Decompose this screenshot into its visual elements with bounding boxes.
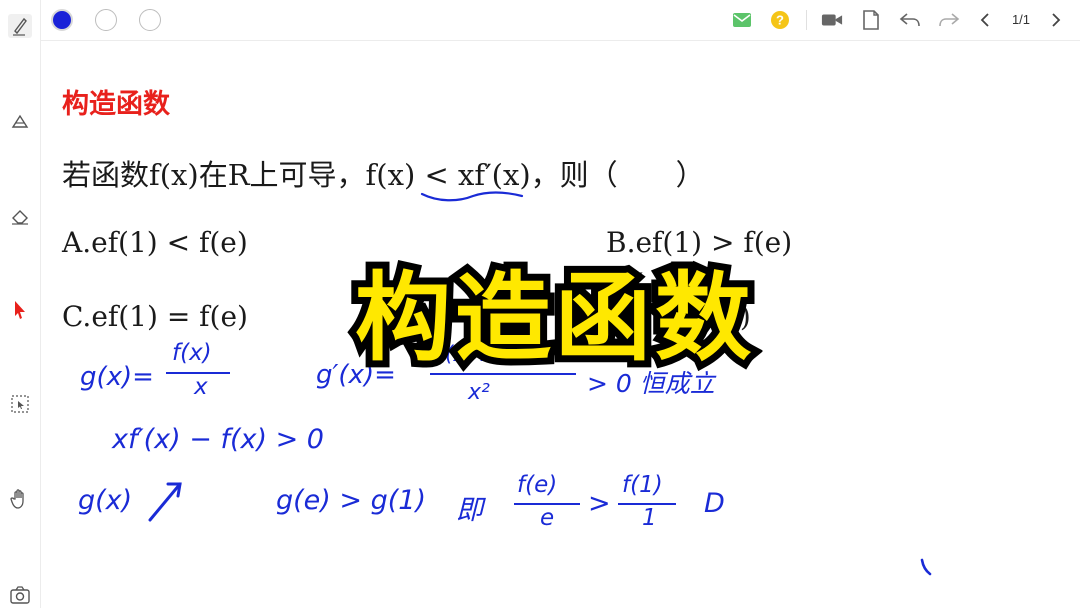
pen-icon[interactable] <box>8 14 32 38</box>
hw-ji: 即 <box>456 495 483 526</box>
undo-icon[interactable] <box>899 9 921 31</box>
page-indicator: 1/1 <box>1011 12 1031 27</box>
overlay-caption: 构造函数 <box>348 255 758 381</box>
pen-color-white-2[interactable] <box>139 9 161 31</box>
section-title: 构造函数 <box>62 89 170 120</box>
problem-statement: 若函数f(x)在R上可导，f(x) < xf′(x)，则（ ） <box>62 158 705 192</box>
help-icon[interactable]: ? <box>769 9 791 31</box>
hw-frac1-num: f(e) <box>517 472 558 498</box>
hw-increasing-arrow <box>148 482 182 522</box>
video-icon[interactable] <box>821 9 843 31</box>
option-c: C.ef(1) = f(e) <box>62 300 248 333</box>
eraser-icon[interactable] <box>8 204 32 228</box>
handwritten-underline <box>420 191 524 202</box>
prev-page-icon[interactable] <box>974 9 996 31</box>
hw-frac2-num: f(1) <box>622 472 663 498</box>
next-page-icon[interactable] <box>1045 9 1067 31</box>
hw-g-def-num: f(x) <box>172 340 212 366</box>
pen-color-blue[interactable] <box>51 9 73 31</box>
divider <box>806 10 807 30</box>
hw-inequality: xf′(x) − f(x) > 0 <box>112 424 324 455</box>
top-toolbar: ? 1/1 <box>0 0 1080 41</box>
option-a: A.ef(1) < f(e) <box>62 226 248 259</box>
select-icon[interactable] <box>8 392 32 416</box>
hw-gt: > <box>588 488 611 519</box>
highlighter-icon[interactable] <box>8 110 32 134</box>
hw-stray-mark <box>920 558 932 576</box>
pen-color-white-1[interactable] <box>95 9 117 31</box>
hw-gp-den: x² <box>468 380 490 405</box>
hw-g-def-den: x <box>194 374 208 400</box>
hw-frac1-den: e <box>540 505 555 531</box>
pointer-icon[interactable] <box>8 298 32 322</box>
svg-text:?: ? <box>776 13 784 28</box>
hw-ending: D <box>704 488 725 519</box>
hw-g-increasing: g(x) <box>78 485 133 516</box>
hand-icon[interactable] <box>8 487 32 511</box>
redo-icon[interactable] <box>938 9 960 31</box>
message-icon[interactable] <box>731 9 753 31</box>
left-sidebar <box>0 0 41 608</box>
hw-compare: g(e) > g(1) <box>276 485 426 516</box>
document-icon[interactable] <box>860 9 882 31</box>
hw-g-def-lhs: g(x)= <box>80 362 154 392</box>
camera-icon[interactable] <box>8 583 32 607</box>
hw-frac2-den: 1 <box>642 505 657 531</box>
